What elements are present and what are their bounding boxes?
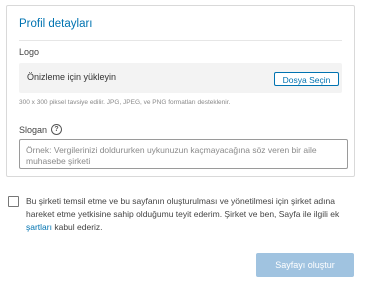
logo-label: Logo: [19, 47, 40, 57]
consent-text: Bu şirketi temsil etme ve bu sayfanın ol…: [26, 195, 356, 234]
consent-text-before: Bu şirketi temsil etme ve bu sayfanın ol…: [26, 196, 340, 219]
profile-details-card: Profil detayları Logo Önizleme için yükl…: [6, 5, 355, 177]
terms-link[interactable]: şartları: [26, 222, 52, 232]
slogan-label-row: Slogan ?: [19, 124, 63, 135]
authorization-checkbox[interactable]: [8, 196, 19, 207]
create-page-button[interactable]: Sayfayı oluştur: [256, 253, 354, 277]
choose-file-button[interactable]: Dosya Seçin: [274, 72, 339, 86]
upload-preview-text: Önizleme için yükleyin: [27, 72, 117, 82]
consent-text-after: kabul ederiz.: [51, 222, 103, 232]
help-icon[interactable]: ?: [51, 124, 63, 135]
slogan-label: Slogan: [19, 124, 48, 135]
logo-upload-area[interactable]: Önizleme için yükleyin Dosya Seçin: [19, 63, 342, 93]
divider: [19, 40, 342, 41]
slogan-input[interactable]: Örnek: Vergilerinizi doldururken uykunuz…: [19, 139, 348, 169]
logo-help-text: 300 x 300 piksel tavsiye edilir. JPG, JP…: [19, 99, 231, 106]
section-title: Profil detayları: [19, 18, 93, 30]
